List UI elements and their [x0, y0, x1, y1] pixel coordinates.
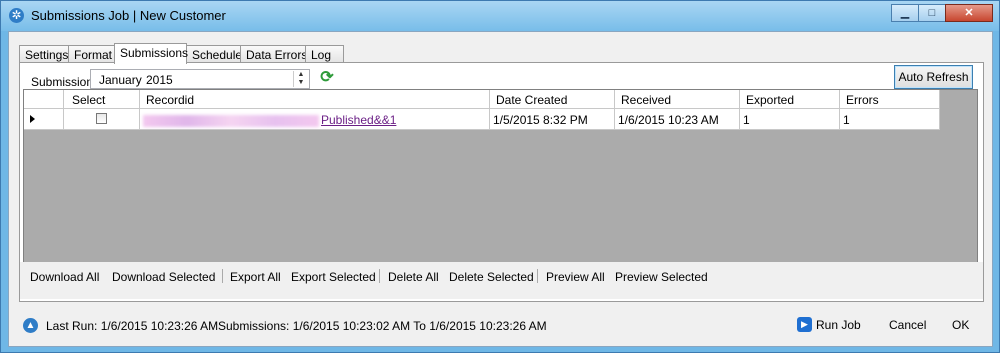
window-title: Submissions Job | New Customer: [31, 8, 226, 23]
refresh-icon[interactable]: ⟳: [318, 69, 336, 87]
preview-all-button[interactable]: Preview All: [546, 270, 605, 284]
auto-refresh-button[interactable]: Auto Refresh: [894, 65, 973, 89]
month-year-picker[interactable]: January 2015 ▲ ▼: [90, 69, 310, 89]
title-bar: ✲ Submissions Job | New Customer ▁ □ ✕: [1, 1, 999, 31]
select-checkbox[interactable]: [96, 113, 107, 124]
submissions-range-text: Submissions: 1/6/2015 10:23:02 AM To 1/6…: [218, 319, 547, 333]
row-header-corner: [24, 90, 64, 109]
export-selected-button[interactable]: Export Selected: [291, 270, 376, 284]
column-header-date-created[interactable]: Date Created: [490, 90, 615, 109]
tab-schedule[interactable]: Schedule: [186, 45, 242, 63]
submissions-tab-panel: Submissions January 2015 ▲ ▼ ⟳ Auto Refre…: [19, 62, 984, 302]
last-run-text: Last Run: 1/6/2015 10:23:26 AM: [46, 319, 219, 333]
tab-data-errors[interactable]: Data Errors: [240, 45, 307, 63]
run-job-button[interactable]: Run Job: [816, 318, 861, 332]
maximize-button[interactable]: □: [918, 4, 946, 22]
submissions-label: Submissions: [31, 75, 100, 89]
action-divider: [537, 269, 538, 283]
column-header-errors[interactable]: Errors: [840, 90, 940, 109]
close-button[interactable]: ✕: [945, 4, 993, 22]
tab-format[interactable]: Format: [68, 45, 115, 63]
spin-arrows-icon[interactable]: ▲ ▼: [293, 71, 308, 87]
received-cell: 1/6/2015 10:23 AM: [615, 109, 740, 130]
row-selector[interactable]: [24, 109, 64, 130]
download-all-button[interactable]: Download All: [30, 270, 99, 284]
column-header-received[interactable]: Received: [615, 90, 740, 109]
action-divider: [222, 269, 223, 283]
column-header-exported[interactable]: Exported: [740, 90, 840, 109]
action-divider: [379, 269, 380, 283]
tab-settings[interactable]: Settings: [19, 45, 69, 63]
column-header-select[interactable]: Select: [64, 90, 140, 109]
ok-button[interactable]: OK: [952, 318, 969, 332]
grid-action-bar: Download All Download Selected Export Al…: [20, 262, 983, 299]
record-link[interactable]: Published&&1: [321, 113, 396, 127]
minimize-button[interactable]: ▁: [891, 4, 919, 22]
preview-selected-button[interactable]: Preview Selected: [615, 270, 708, 284]
window-client-area: Settings Format Submissions Schedule Dat…: [8, 31, 993, 347]
delete-all-button[interactable]: Delete All: [388, 270, 439, 284]
exported-cell: 1: [740, 109, 840, 130]
column-header-recordid[interactable]: Recordid: [140, 90, 490, 109]
tab-submissions[interactable]: Submissions: [114, 43, 188, 64]
redacted-record-id: [143, 114, 319, 127]
tab-log[interactable]: Log: [305, 45, 344, 63]
cloud-upload-icon: ▲: [23, 318, 38, 333]
cancel-button[interactable]: Cancel: [889, 318, 926, 332]
gear-icon: ✲: [9, 8, 24, 23]
play-icon[interactable]: ▶: [797, 317, 812, 332]
date-created-cell: 1/5/2015 8:32 PM: [490, 109, 615, 130]
application-window: ✲ Submissions Job | New Customer ▁ □ ✕ S…: [0, 0, 1000, 353]
recordid-cell[interactable]: Published&&1: [140, 109, 490, 130]
download-selected-button[interactable]: Download Selected: [112, 270, 215, 284]
month-value: January: [99, 73, 142, 87]
export-all-button[interactable]: Export All: [230, 270, 281, 284]
errors-cell: 1: [840, 109, 940, 130]
current-row-arrow-icon: [30, 115, 35, 123]
delete-selected-button[interactable]: Delete Selected: [449, 270, 534, 284]
select-cell[interactable]: [64, 109, 140, 130]
year-value: 2015: [146, 73, 173, 87]
